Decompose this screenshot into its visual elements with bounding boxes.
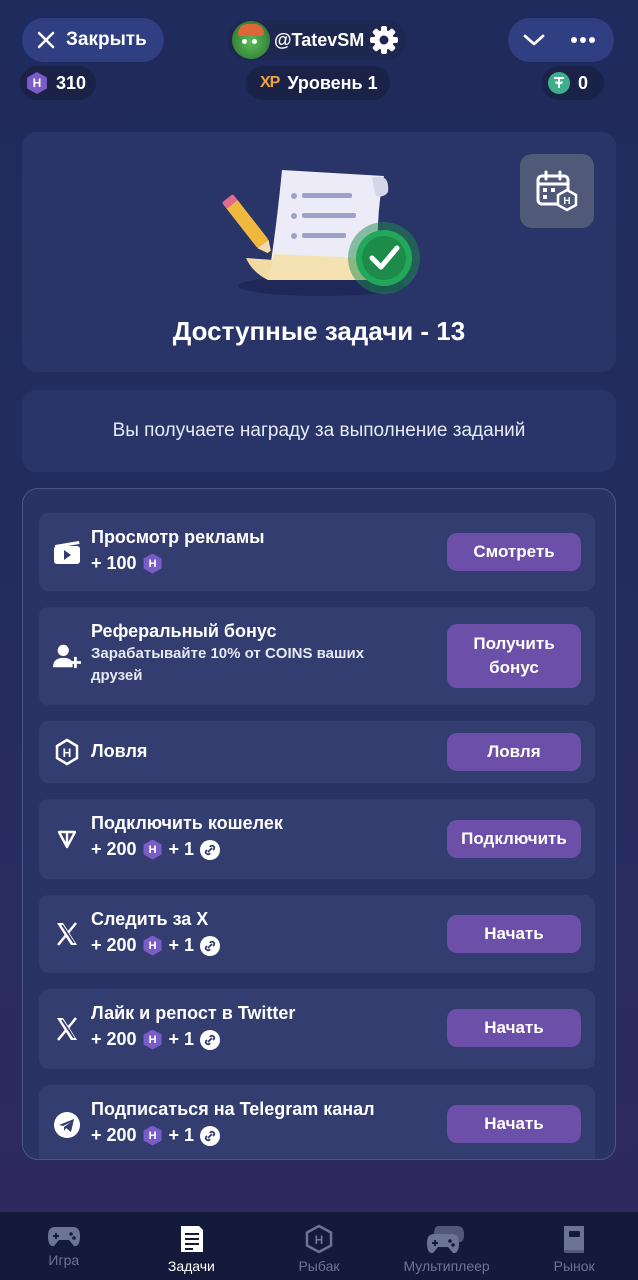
calendar-coin-icon: H xyxy=(536,170,578,212)
task-reward: + 200 H + 1 xyxy=(91,935,221,956)
reward-amount-2: + 1 xyxy=(168,839,195,859)
nav-item-market[interactable]: Рынок xyxy=(510,1212,638,1280)
tasks-scroll-illustration xyxy=(222,170,420,296)
nav-label: Мультиплеер xyxy=(403,1258,490,1274)
task-reward: + 200 H + 1 xyxy=(91,1125,375,1146)
telegram-icon xyxy=(53,1111,81,1139)
add-user-icon xyxy=(53,642,81,670)
usdt-balance: 0 xyxy=(542,66,605,100)
start-button[interactable]: Начать xyxy=(447,1105,581,1143)
reward-amount: + 200 xyxy=(91,1029,137,1049)
nav-item-tasks[interactable]: Задачи xyxy=(128,1212,256,1280)
reward-amount: + 200 xyxy=(91,1125,137,1145)
gamepad-icon xyxy=(47,1227,80,1247)
task-subscribe-telegram: Подписаться на Telegram канал + 200 H + … xyxy=(39,1085,595,1159)
video-icon xyxy=(53,538,81,566)
hex-coin-icon: H xyxy=(143,839,162,860)
window-controls xyxy=(508,18,614,62)
start-button[interactable]: Начать xyxy=(447,915,581,953)
tasks-list: Просмотр рекламы + 100 H Смотреть Рефера… xyxy=(22,488,616,1160)
reward-amount: + 200 xyxy=(91,839,137,859)
hex-coin-icon: H xyxy=(27,72,47,94)
task-title: Подписаться на Telegram канал xyxy=(91,1099,375,1119)
task-title: Следить за X xyxy=(91,909,209,929)
reward-amount: + 200 xyxy=(91,935,137,955)
reward-amount-2: + 1 xyxy=(168,1029,195,1049)
reward-info-text: Вы получаете награду за выполнение задан… xyxy=(112,420,526,441)
bottom-nav: Игра Задачи H Рыбак Мультиплеер Рынок xyxy=(0,1212,638,1280)
tether-icon xyxy=(548,72,570,94)
hex-coin-icon: H xyxy=(305,1224,333,1254)
user-profile[interactable]: @TatevSM xyxy=(228,20,407,60)
page-title: Доступные задачи - 13 xyxy=(172,316,466,346)
hex-coin-icon: H xyxy=(143,553,162,574)
watch-button[interactable]: Смотреть xyxy=(447,533,581,571)
tasks-hero-card: H Доступные задачи - 13 xyxy=(22,132,616,372)
document-icon xyxy=(181,1226,204,1252)
x-logo-icon xyxy=(53,1015,81,1043)
hex-coin-icon: H xyxy=(143,1029,162,1050)
multi-gamepad-icon xyxy=(426,1226,464,1254)
reward-info: Вы получаете награду за выполнение задан… xyxy=(22,390,616,472)
task-like-repost-twitter: Лайк и репост в Twitter + 200 H + 1 Нача… xyxy=(39,989,595,1069)
x-logo-icon xyxy=(53,920,81,948)
hex-coin-icon: H xyxy=(143,935,162,956)
coins-count: 310 xyxy=(56,72,87,93)
task-title: Реферальный бонус xyxy=(91,621,277,641)
link-coin-icon xyxy=(200,1125,221,1146)
connect-wallet-button[interactable]: Подключить xyxy=(447,820,581,858)
coins-balance: H 310 xyxy=(20,66,97,100)
hex-coin-icon: H xyxy=(53,738,81,766)
get-bonus-button[interactable]: Получить бонус xyxy=(447,624,581,688)
hex-coin-icon: H xyxy=(143,1125,162,1146)
nav-label: Задачи xyxy=(167,1258,215,1274)
close-label: Закрыть xyxy=(66,29,147,50)
chevron-down-icon[interactable] xyxy=(522,32,546,48)
link-coin-icon xyxy=(200,1029,221,1050)
calendar-button[interactable]: H xyxy=(520,154,594,228)
xp-icon: XP xyxy=(260,74,280,91)
task-watch-ad: Просмотр рекламы + 100 H Смотреть xyxy=(39,513,595,591)
usdt-count: 0 xyxy=(578,72,589,93)
ton-icon xyxy=(53,825,81,853)
start-button[interactable]: Начать xyxy=(447,1009,581,1047)
gear-icon[interactable] xyxy=(368,24,400,56)
close-icon xyxy=(37,31,55,49)
task-follow-x: Следить за X + 200 H + 1 Начать xyxy=(39,895,595,973)
link-coin-icon xyxy=(200,935,221,956)
task-title: Лайк и репост в Twitter xyxy=(91,1003,296,1023)
nav-item-game[interactable]: Игра xyxy=(0,1212,128,1280)
nav-coin-symbol: H xyxy=(315,1233,324,1247)
nav-label: Игра xyxy=(48,1252,80,1268)
nav-label: Рыбак xyxy=(298,1258,340,1274)
task-reward: + 100 H xyxy=(91,553,265,574)
level-label: Уровень 1 xyxy=(287,72,378,93)
nav-item-fisher[interactable]: H Рыбак xyxy=(255,1212,383,1280)
nav-label: Рынок xyxy=(553,1258,595,1274)
level-badge: XP Уровень 1 xyxy=(246,66,390,100)
task-connect-wallet: Подключить кошелек + 200 H + 1 Подключит… xyxy=(39,799,595,879)
task-title: Ловля xyxy=(91,741,148,761)
reward-amount: + 100 xyxy=(91,553,137,573)
task-coin-symbol: H xyxy=(63,746,72,760)
fishing-button[interactable]: Ловля xyxy=(447,733,581,771)
task-reward: + 200 H + 1 xyxy=(91,839,283,860)
reward-amount-2: + 1 xyxy=(168,935,195,955)
username: @TatevSM xyxy=(274,29,365,50)
more-icon[interactable] xyxy=(570,36,596,44)
book-icon xyxy=(564,1226,585,1253)
task-fishing: H Ловля Ловля xyxy=(39,721,595,783)
task-description: Зарабатывайте 10% от COINS ваших друзей xyxy=(91,645,365,684)
task-title: Просмотр рекламы xyxy=(91,527,265,547)
close-button[interactable]: Закрыть xyxy=(22,18,164,62)
link-coin-icon xyxy=(200,839,221,860)
task-referral-bonus: Реферальный бонус Зарабатывайте 10% от C… xyxy=(39,607,595,705)
calendar-coin-symbol: H xyxy=(563,196,570,207)
reward-amount-2: + 1 xyxy=(168,1125,195,1145)
task-reward: + 200 H + 1 xyxy=(91,1029,295,1050)
avatar xyxy=(232,21,270,59)
task-title: Подключить кошелек xyxy=(91,813,283,833)
nav-item-multiplayer[interactable]: Мультиплеер xyxy=(383,1212,511,1280)
